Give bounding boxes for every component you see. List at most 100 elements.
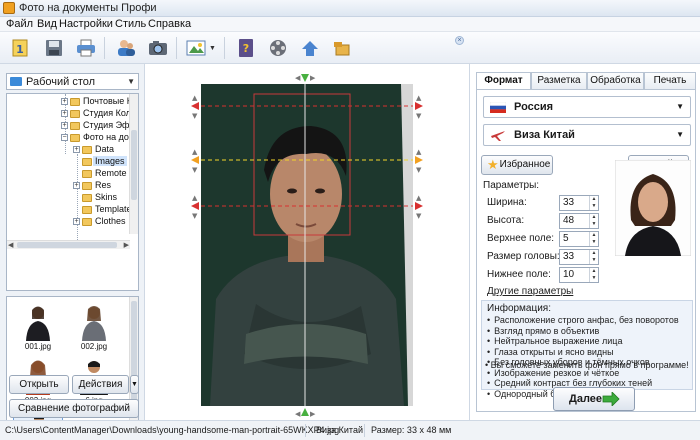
- expand-icon[interactable]: +: [61, 110, 68, 117]
- scroll-left-icon[interactable]: ◀: [8, 241, 13, 249]
- collapse-icon[interactable]: −: [61, 134, 68, 141]
- svg-text:▼: ▼: [192, 112, 198, 120]
- folder-tree[interactable]: + Почтовые К + Студия Колл + Студия Эфф − Фо…: [6, 93, 139, 291]
- menu-style[interactable]: Стиль: [115, 18, 146, 30]
- head-size-spinner[interactable]: 33 ▲ ▼: [559, 249, 599, 265]
- print-icon: [77, 39, 95, 57]
- svg-text:▲: ▲: [192, 94, 198, 102]
- toolbar-separator: [176, 37, 177, 59]
- photo-canvas[interactable]: ◀ ▶ ◀ ▶ ▲ ▼ ▲ ▼ ▲ ▼ ▲ ▼ ▲ ▼ ▲ ▼: [146, 64, 468, 420]
- menu-settings[interactable]: Настройки: [59, 18, 113, 30]
- favorites-button-label: Избранное: [499, 159, 551, 170]
- courier-button[interactable]: [328, 35, 356, 61]
- status-size: Размер: 33 x 48 мм: [371, 425, 452, 435]
- top-margin-spinner[interactable]: 5 ▲ ▼: [559, 231, 599, 247]
- tree-vertical-scrollbar[interactable]: [129, 94, 138, 234]
- spinner-arrows-icon[interactable]: ▲ ▼: [589, 196, 598, 210]
- image-dropdown-arrow[interactable]: ▼: [208, 35, 217, 61]
- toolbar: 1 ▼ ?: [0, 32, 700, 64]
- document-select-label: Виза Китай: [514, 129, 575, 141]
- desktop-icon: [10, 77, 22, 86]
- height-spinner[interactable]: 48 ▲ ▼: [559, 213, 599, 229]
- app-icon: [3, 2, 15, 14]
- file-browser-panel: Рабочий стол ▼ + Почтовые К + Студия Колл …: [0, 64, 145, 436]
- svg-text:?: ?: [243, 42, 249, 55]
- expand-icon[interactable]: +: [73, 146, 80, 153]
- users-button[interactable]: [112, 35, 140, 61]
- svg-text:▲: ▲: [416, 94, 422, 102]
- thumbnail-item[interactable]: 002.jpg: [69, 301, 119, 353]
- image-icon: [186, 40, 206, 56]
- top-margin-value: 5: [563, 233, 569, 244]
- spinner-arrows-icon[interactable]: ▲ ▼: [589, 214, 598, 228]
- tab-markup[interactable]: Разметка: [531, 72, 587, 89]
- thumbnail-image: [26, 306, 50, 341]
- film-button[interactable]: [264, 35, 292, 61]
- share-icon: [302, 41, 318, 56]
- help-book-icon: ?: [239, 39, 253, 57]
- height-field: Высота: 48 ▲ ▼: [487, 213, 599, 229]
- users-icon: [118, 40, 135, 56]
- thumbnail-item[interactable]: 001.jpg: [13, 301, 63, 353]
- tab-format[interactable]: Формат: [476, 72, 531, 90]
- status-separator: [364, 424, 365, 437]
- folder-icon: [70, 122, 80, 130]
- close-panel-icon[interactable]: ×: [455, 36, 464, 45]
- bottom-margin-spinner[interactable]: 10 ▲ ▼: [559, 267, 599, 283]
- chevron-down-icon: ▼: [127, 77, 135, 86]
- next-button[interactable]: Далее: [553, 387, 635, 411]
- tab-print[interactable]: Печать: [644, 72, 696, 89]
- expand-icon[interactable]: +: [61, 98, 68, 105]
- document-select[interactable]: Виза Китай ▼: [483, 124, 691, 146]
- russia-flag-icon: [490, 102, 506, 113]
- width-label: Ширина:: [487, 197, 527, 208]
- menu-file[interactable]: Файл: [6, 18, 33, 30]
- toolbar-separator: [104, 37, 105, 59]
- params-header: Параметры:: [483, 180, 540, 191]
- camera-icon: [149, 41, 167, 55]
- country-select[interactable]: Россия ▼: [483, 96, 691, 118]
- scroll-right-icon[interactable]: ▶: [124, 241, 129, 249]
- spinner-arrows-icon[interactable]: ▲ ▼: [589, 268, 598, 282]
- folder-select[interactable]: Рабочий стол ▼: [6, 73, 139, 90]
- favorites-button[interactable]: ★ Избранное: [481, 155, 553, 175]
- info-item-last: • Вы сможете заменить фон прямо в програ…: [485, 360, 689, 370]
- menu-view[interactable]: Вид: [37, 18, 57, 30]
- wizard-button[interactable]: 1: [6, 35, 34, 61]
- open-button[interactable]: Открыть: [9, 375, 69, 394]
- other-params-link[interactable]: Другие параметры: [487, 286, 573, 297]
- spinner-arrows-icon[interactable]: ▲ ▼: [589, 232, 598, 246]
- help-button[interactable]: ?: [232, 35, 260, 61]
- airplane-icon: [491, 131, 505, 141]
- scroll-thumb[interactable]: [131, 130, 137, 200]
- status-format: Виза Китай: [316, 425, 363, 435]
- expand-icon[interactable]: +: [61, 122, 68, 129]
- image-button[interactable]: [182, 35, 210, 61]
- menu-help[interactable]: Справка: [148, 18, 191, 30]
- tab-processing[interactable]: Обработка: [587, 72, 644, 89]
- spinner-arrows-icon[interactable]: ▲ ▼: [589, 250, 598, 264]
- expand-icon[interactable]: +: [73, 218, 80, 225]
- expand-icon[interactable]: +: [73, 182, 80, 189]
- next-button-label: Далее: [569, 393, 603, 405]
- thumbnail-image: [82, 306, 106, 341]
- info-box: Информация: Расположение строго анфас, б…: [481, 300, 693, 399]
- chevron-down-icon: ▼: [676, 102, 684, 111]
- scroll-thumb[interactable]: [17, 242, 117, 248]
- folder-icon: [82, 182, 92, 190]
- actions-button[interactable]: Действия: [72, 375, 129, 394]
- actions-dropdown-arrow[interactable]: ▼: [130, 375, 139, 394]
- width-spinner[interactable]: 33 ▲ ▼: [559, 195, 599, 211]
- print-button[interactable]: [72, 35, 100, 61]
- svg-text:◀: ◀: [295, 74, 301, 82]
- status-separator: [305, 424, 306, 437]
- save-icon: [46, 40, 62, 56]
- compare-photos-button[interactable]: Сравнение фотографий: [9, 399, 139, 418]
- svg-text:▶: ▶: [310, 74, 316, 82]
- head-size-value: 33: [563, 251, 575, 262]
- tree-item-label: Clothes: [95, 216, 126, 226]
- tree-horizontal-scrollbar[interactable]: ◀ ▶: [7, 240, 130, 249]
- camera-button[interactable]: [144, 35, 172, 61]
- share-button[interactable]: [296, 35, 324, 61]
- save-button[interactable]: [40, 35, 68, 61]
